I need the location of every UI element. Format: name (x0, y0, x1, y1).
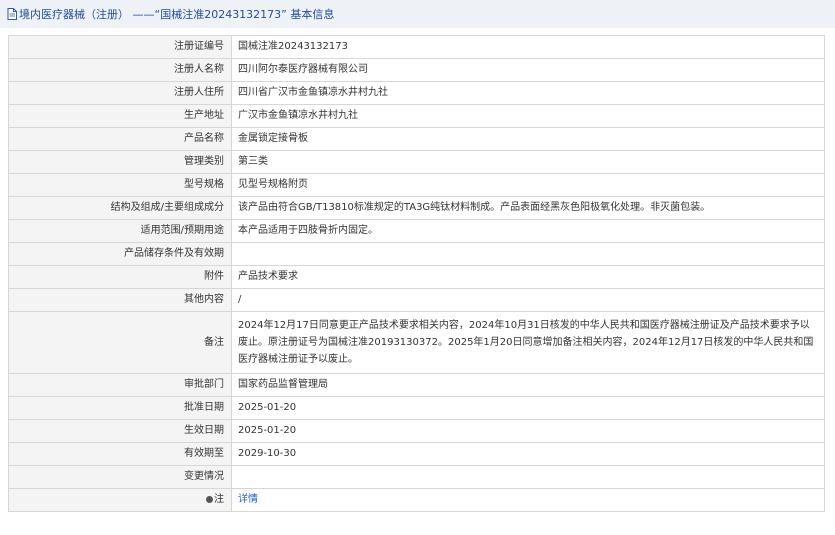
info-table-container: 注册证编号 国械注准20243132173 注册人名称 四川阿尔泰医疗器械有限公… (8, 35, 825, 512)
table-row: 其他内容 / (8, 288, 825, 312)
table-row: 生产地址 广汉市金鱼镇凉水井村九社 (8, 104, 825, 128)
table-row: 产品储存条件及有效期 (8, 242, 825, 266)
note-row: 注 详情 (8, 488, 825, 512)
document-icon (7, 8, 17, 20)
row-value: 该产品由符合GB/T13810标准规定的TA3G纯钛材料制成。产品表面经黑灰色阳… (231, 196, 825, 220)
row-label: 备注 (8, 311, 232, 374)
row-value: 产品技术要求 (231, 265, 825, 289)
table-row: 结构及组成/主要组成成分 该产品由符合GB/T13810标准规定的TA3G纯钛材… (8, 196, 825, 220)
bullet-icon (206, 496, 213, 503)
row-label: 其他内容 (8, 288, 232, 312)
table-row: 变更情况 (8, 465, 825, 489)
row-label: 注册人住所 (8, 81, 232, 105)
row-value: 国械注准20243132173 (231, 35, 825, 59)
table-row: 产品名称 金属锁定接骨板 (8, 127, 825, 151)
row-label: 有效期至 (8, 442, 232, 466)
table-row: 批准日期 2025-01-20 (8, 396, 825, 420)
table-row: 注册证编号 国械注准20243132173 (8, 35, 825, 59)
table-row: 管理类别 第三类 (8, 150, 825, 174)
row-label: 产品名称 (8, 127, 232, 151)
row-value: 2029-10-30 (231, 442, 825, 466)
row-value: 2025-01-20 (231, 396, 825, 420)
row-value: / (231, 288, 825, 312)
row-value: 广汉市金鱼镇凉水井村九社 (231, 104, 825, 128)
info-table: 注册证编号 国械注准20243132173 注册人名称 四川阿尔泰医疗器械有限公… (8, 35, 825, 512)
row-label: 变更情况 (8, 465, 232, 489)
row-value (231, 465, 825, 489)
row-label: 结构及组成/主要组成成分 (8, 196, 232, 220)
row-value: 2025-01-20 (231, 419, 825, 443)
table-row: 适用范围/预期用途 本产品适用于四肢骨折内固定。 (8, 219, 825, 243)
note-label-cell: 注 (8, 488, 232, 512)
row-label: 适用范围/预期用途 (8, 219, 232, 243)
table-row: 注册人名称 四川阿尔泰医疗器械有限公司 (8, 58, 825, 82)
table-row: 有效期至 2029-10-30 (8, 442, 825, 466)
row-value: 国家药品监督管理局 (231, 373, 825, 397)
table-row: 审批部门 国家药品监督管理局 (8, 373, 825, 397)
row-label: 注册证编号 (8, 35, 232, 59)
row-value: 见型号规格附页 (231, 173, 825, 197)
note-label: 注 (214, 494, 224, 505)
row-value: 金属锁定接骨板 (231, 127, 825, 151)
row-value: 四川阿尔泰医疗器械有限公司 (231, 58, 825, 82)
row-value: 2024年12月17日同意更正产品技术要求相关内容，2024年10月31日核发的… (231, 311, 825, 374)
row-label: 生产地址 (8, 104, 232, 128)
table-row: 备注 2024年12月17日同意更正产品技术要求相关内容，2024年10月31日… (8, 311, 825, 374)
row-value (231, 242, 825, 266)
row-label: 批准日期 (8, 396, 232, 420)
details-link[interactable]: 详情 (238, 494, 258, 505)
page-title: 境内医疗器械（注册） ——“国械注准20243132173” 基本信息 (19, 8, 335, 21)
page-header: 境内医疗器械（注册） ——“国械注准20243132173” 基本信息 (0, 0, 835, 28)
row-label: 产品储存条件及有效期 (8, 242, 232, 266)
row-label: 注册人名称 (8, 58, 232, 82)
table-row: 生效日期 2025-01-20 (8, 419, 825, 443)
table-row: 注册人住所 四川省广汉市金鱼镇凉水井村九社 (8, 81, 825, 105)
row-label: 审批部门 (8, 373, 232, 397)
row-value: 四川省广汉市金鱼镇凉水井村九社 (231, 81, 825, 105)
row-label: 型号规格 (8, 173, 232, 197)
note-value-cell: 详情 (231, 488, 825, 512)
row-label: 生效日期 (8, 419, 232, 443)
table-row: 附件 产品技术要求 (8, 265, 825, 289)
row-label: 管理类别 (8, 150, 232, 174)
row-label: 附件 (8, 265, 232, 289)
row-value: 第三类 (231, 150, 825, 174)
row-value: 本产品适用于四肢骨折内固定。 (231, 219, 825, 243)
table-row: 型号规格 见型号规格附页 (8, 173, 825, 197)
